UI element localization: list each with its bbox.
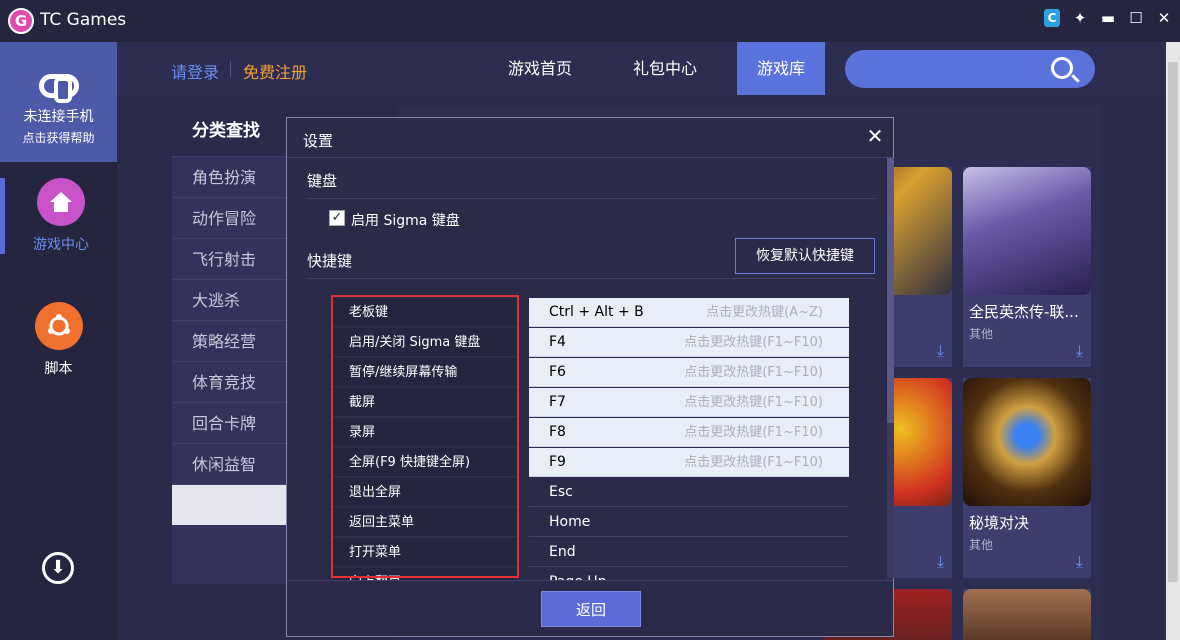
sidebar-item-label: 脚本 bbox=[44, 361, 73, 377]
hotkey-value: F6 bbox=[549, 364, 566, 380]
game-image bbox=[963, 167, 1091, 295]
sidebar-item-label: 游戏中心 bbox=[33, 237, 89, 253]
script-icon bbox=[34, 302, 83, 350]
hotkey-value: F9 bbox=[549, 454, 566, 470]
hotkey-field[interactable]: F7 点击更改热键(F1~F10) bbox=[529, 388, 849, 417]
hotkey-hint: 点击更改热键(F1~F10) bbox=[684, 425, 823, 440]
sidebar-item-script[interactable]: 脚本 bbox=[0, 302, 117, 378]
phone-connect-panel[interactable]: 未连接手机 点击获得帮助 bbox=[0, 42, 117, 162]
title-bar: G TC Games C ✦ ▬ ☐ ✕ bbox=[0, 0, 1180, 42]
login-link[interactable]: 请登录 bbox=[171, 59, 219, 83]
main-scrollbar[interactable] bbox=[1166, 42, 1180, 640]
game-image bbox=[963, 378, 1091, 506]
top-nav: 请登录 免费注册 游戏首页 礼包中心 游戏库 bbox=[117, 42, 1166, 95]
enable-sigma-checkbox[interactable]: ✓ bbox=[329, 210, 345, 226]
restore-default-hotkeys-button[interactable]: 恢复默认快捷键 bbox=[735, 238, 875, 274]
dialog-title: 设置 bbox=[303, 132, 334, 150]
hotkey-hint: 点击更改热键(F1~F10) bbox=[684, 335, 823, 350]
sidebar-item-game-center[interactable]: 游戏中心 bbox=[0, 178, 117, 254]
category-title: 分类查找 bbox=[172, 106, 288, 156]
category-item[interactable]: 体育竞技 bbox=[172, 361, 288, 402]
hotkey-field[interactable]: Home bbox=[529, 508, 849, 537]
category-item[interactable]: 飞行射击 bbox=[172, 238, 288, 279]
hotkey-value: F4 bbox=[549, 334, 566, 350]
link-icon bbox=[38, 74, 79, 103]
hotkey-field[interactable]: Esc bbox=[529, 478, 849, 507]
game-card[interactable]: 全民英杰传-联... 其他 ⤓ bbox=[963, 167, 1091, 367]
dialog-header: 设置 ✕ bbox=[287, 118, 893, 158]
tab-gifts[interactable]: 礼包中心 bbox=[617, 42, 713, 95]
tab-home[interactable]: 游戏首页 bbox=[492, 42, 588, 95]
download-icon[interactable]: ⤓ bbox=[1076, 552, 1083, 572]
hotkey-hint: 点击更改热键(F1~F10) bbox=[684, 455, 823, 470]
sidebar: 未连接手机 点击获得帮助 游戏中心 脚本 ⬇ bbox=[0, 42, 117, 640]
divider bbox=[287, 580, 893, 581]
hotkey-hint: 点击更改热键(F1~F10) bbox=[684, 395, 823, 410]
hotkey-value: Esc bbox=[549, 484, 573, 500]
enable-sigma-label[interactable]: 启用 Sigma 键盘 bbox=[351, 210, 460, 230]
scrollbar-thumb[interactable] bbox=[1168, 62, 1178, 582]
download-icon[interactable]: ⤓ bbox=[937, 341, 944, 361]
hotkey-hint: 点击更改热键(A~Z) bbox=[706, 305, 823, 320]
category-item[interactable]: 角色扮演 bbox=[172, 156, 288, 197]
category-item-selected[interactable] bbox=[172, 484, 288, 525]
app-title: TC Games bbox=[40, 10, 127, 30]
game-image bbox=[963, 589, 1091, 640]
hotkey-field[interactable]: Ctrl + Alt + B 点击更改热键(A~Z) bbox=[529, 298, 849, 327]
game-card[interactable]: 秘境对决 其他 ⤓ bbox=[963, 378, 1091, 578]
download-icon[interactable]: ⬇ bbox=[42, 552, 74, 584]
maximize-icon[interactable]: ☐ bbox=[1128, 9, 1144, 27]
game-card[interactable] bbox=[963, 589, 1091, 640]
pin-icon[interactable]: ✦ bbox=[1072, 9, 1088, 27]
dialog-scrollbar[interactable] bbox=[887, 158, 894, 578]
settings-dialog: 设置 ✕ 键盘 ✓ 启用 Sigma 键盘 快捷键 恢复默认快捷键 老板键 Ct… bbox=[286, 117, 894, 637]
back-button[interactable]: 返回 bbox=[541, 591, 641, 627]
register-link[interactable]: 免费注册 bbox=[243, 59, 307, 83]
hotkey-field[interactable]: F4 点击更改热键(F1~F10) bbox=[529, 328, 849, 357]
minimize-icon[interactable]: ▬ bbox=[1100, 9, 1116, 27]
home-icon bbox=[37, 178, 85, 226]
hotkey-value: Ctrl + Alt + B bbox=[549, 304, 644, 320]
close-icon[interactable]: ✕ bbox=[865, 126, 885, 146]
category-item[interactable]: 休闲益智 bbox=[172, 443, 288, 484]
hotkey-value: End bbox=[549, 544, 576, 560]
keyboard-section-label: 键盘 bbox=[307, 172, 338, 190]
game-category: 其他 bbox=[969, 327, 994, 341]
tab-game-library[interactable]: 游戏库 bbox=[737, 42, 825, 95]
app-logo-icon: G bbox=[8, 8, 34, 34]
category-item[interactable]: 回合卡牌 bbox=[172, 402, 288, 443]
close-icon[interactable]: ✕ bbox=[1156, 9, 1172, 27]
hotkey-field[interactable]: F8 点击更改热键(F1~F10) bbox=[529, 418, 849, 447]
phone-help: 点击获得帮助 bbox=[22, 131, 95, 145]
category-item[interactable]: 大逃杀 bbox=[172, 279, 288, 320]
window-controls: C ✦ ▬ ☐ ✕ bbox=[1044, 9, 1172, 27]
phone-status: 未连接手机 bbox=[23, 109, 94, 125]
game-name: 全民英杰传-联... bbox=[969, 303, 1079, 321]
category-panel: 分类查找 角色扮演 动作冒险 飞行射击 大逃杀 策略经营 体育竞技 回合卡牌 休… bbox=[172, 106, 288, 584]
search-icon[interactable] bbox=[1051, 57, 1073, 79]
category-item[interactable]: 动作冒险 bbox=[172, 197, 288, 238]
divider bbox=[230, 61, 231, 77]
game-name: 秘境对决 bbox=[969, 514, 1030, 532]
download-icon[interactable]: ⤓ bbox=[937, 552, 944, 572]
hotkey-field[interactable]: F6 点击更改热键(F1~F10) bbox=[529, 358, 849, 387]
c-icon[interactable]: C bbox=[1044, 9, 1060, 27]
scrollbar-thumb[interactable] bbox=[887, 158, 894, 423]
hotkey-value: F8 bbox=[549, 424, 566, 440]
search-input[interactable] bbox=[845, 50, 1095, 88]
hotkey-field[interactable]: End bbox=[529, 538, 849, 567]
category-item[interactable]: 策略经营 bbox=[172, 320, 288, 361]
divider bbox=[307, 198, 875, 199]
hotkey-value: Home bbox=[549, 514, 591, 530]
hotkeys-section-label: 快捷键 bbox=[307, 252, 353, 270]
game-category: 其他 bbox=[969, 538, 994, 552]
highlight-box bbox=[331, 295, 519, 578]
hotkey-hint: 点击更改热键(F1~F10) bbox=[684, 365, 823, 380]
hotkey-value: F7 bbox=[549, 394, 566, 410]
hotkey-field[interactable]: F9 点击更改热键(F1~F10) bbox=[529, 448, 849, 477]
hotkey-field[interactable]: Page Up bbox=[529, 568, 849, 580]
divider bbox=[307, 278, 875, 279]
download-icon[interactable]: ⤓ bbox=[1076, 341, 1083, 361]
